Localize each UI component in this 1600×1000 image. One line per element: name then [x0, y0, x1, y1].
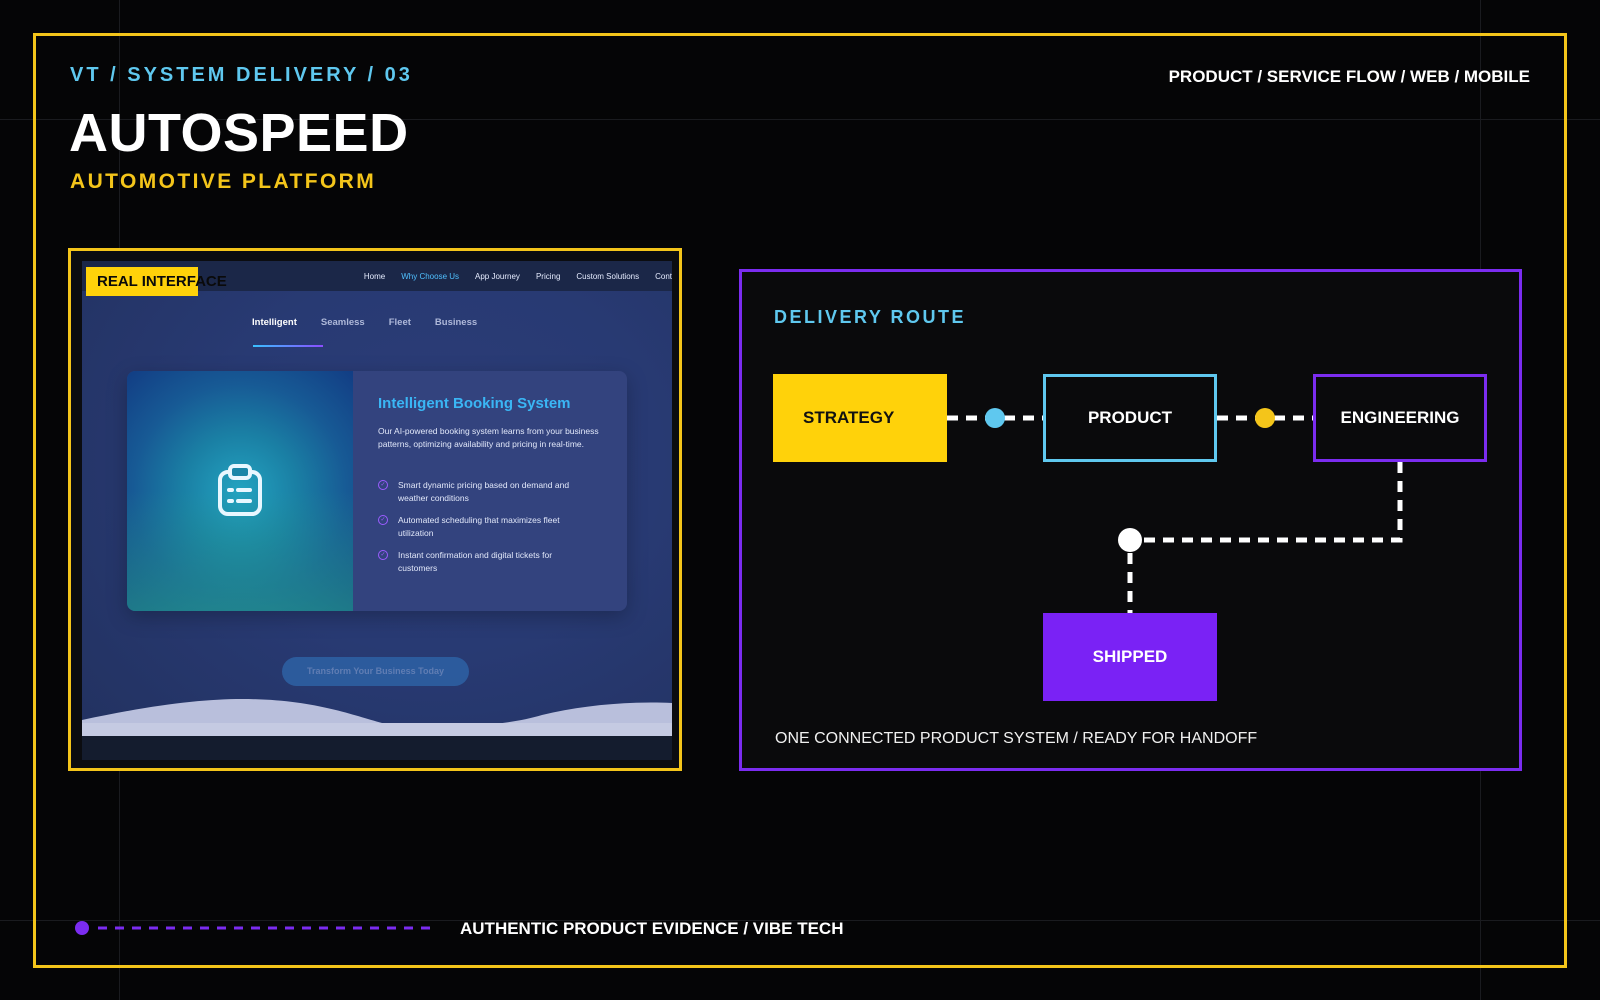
footer-dot: [75, 921, 89, 935]
route-dot: [1118, 528, 1142, 552]
node-engineering: ENGINEERING: [1313, 374, 1487, 462]
route-caption: ONE CONNECTED PRODUCT SYSTEM / READY FOR…: [775, 730, 1258, 747]
node-strategy: STRATEGY: [773, 374, 947, 462]
footer-text: AUTHENTIC PRODUCT EVIDENCE / VIBE TECH: [460, 919, 844, 938]
route-dot: [985, 408, 1005, 428]
node-product: PRODUCT: [1043, 374, 1217, 462]
node-shipped: SHIPPED: [1043, 613, 1217, 701]
route-dot: [1255, 408, 1275, 428]
route-connectors: [75, 408, 1403, 935]
